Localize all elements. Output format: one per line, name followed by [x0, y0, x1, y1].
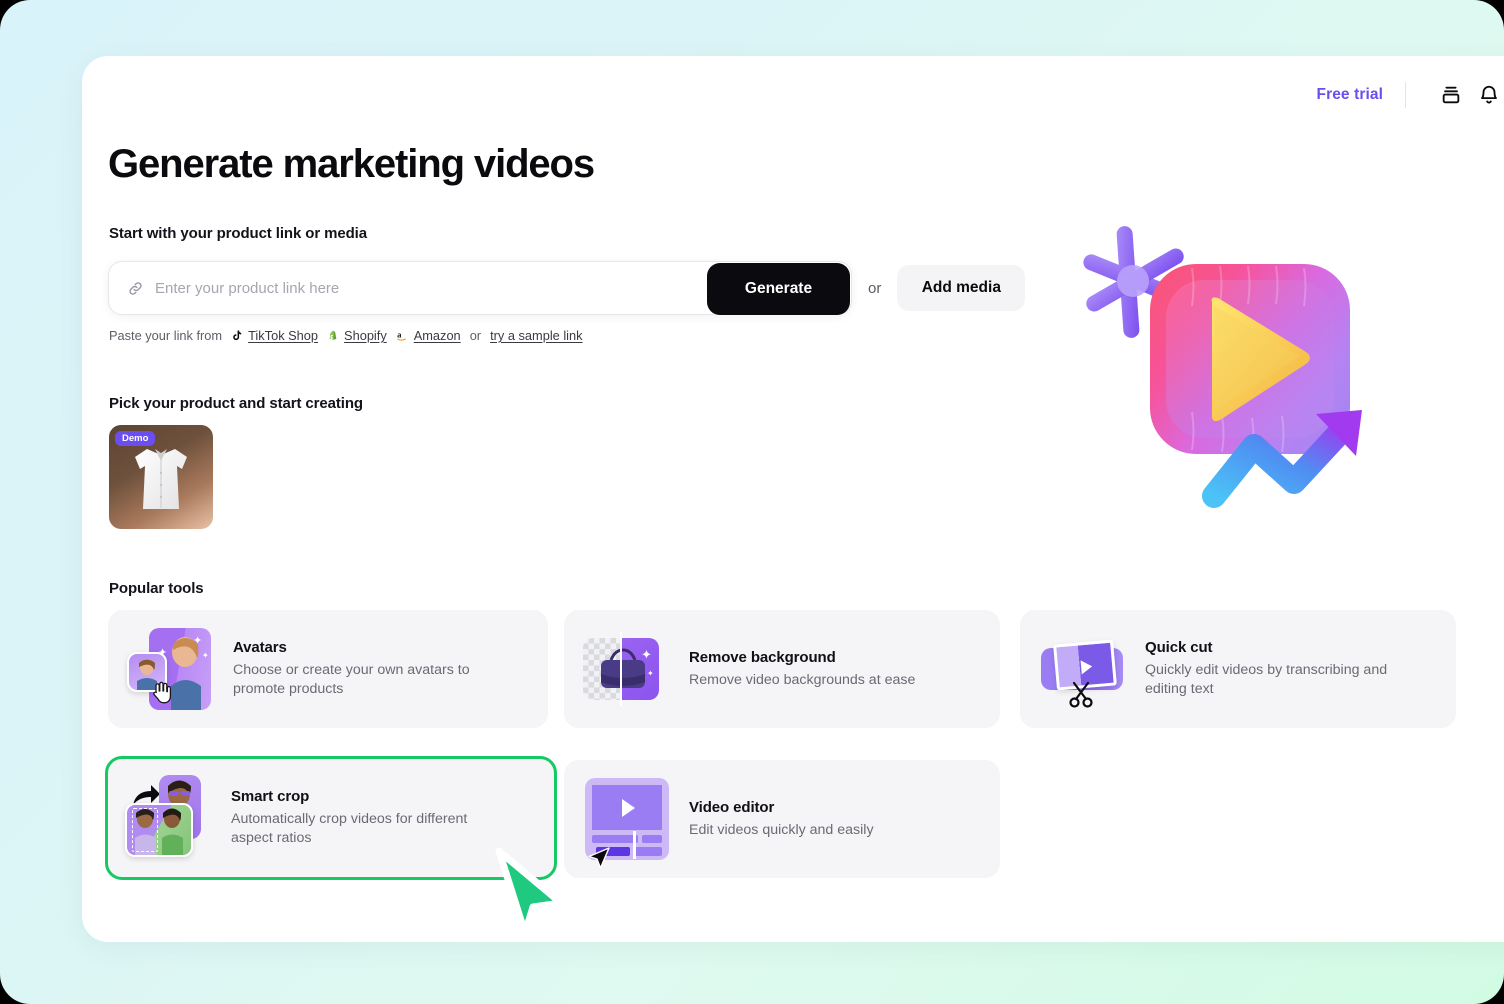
scissors-icon [1068, 680, 1094, 713]
video-editor-text: Video editor Edit videos quickly and eas… [689, 799, 890, 840]
tool-card-smart-crop[interactable]: Smart crop Automatically crop videos for… [105, 756, 557, 880]
demo-badge: Demo [115, 431, 156, 446]
tool-description: Choose or create your own avatars to pro… [233, 662, 470, 697]
paste-sources-row: Paste your link from TikTok Shop Shopify… [109, 328, 583, 343]
free-trial-link[interactable]: Free trial [1317, 86, 1383, 104]
smart-crop-thumbnail [125, 775, 211, 861]
product-link-field[interactable]: Generate [108, 261, 852, 315]
page-title: Generate marketing videos [108, 142, 595, 186]
topbar: Free trial [82, 56, 1504, 134]
quick-cut-thumbnail [1039, 626, 1125, 712]
tool-card-remove-background[interactable]: ✦ ✦ Remove background Remove video backg… [564, 610, 1000, 728]
tiktok-shop-link[interactable]: TikTok Shop [248, 328, 318, 343]
paste-or-label: or [469, 328, 482, 343]
tool-description: Quickly edit videos by transcribing and … [1145, 662, 1388, 697]
link-chain-icon [127, 280, 144, 297]
generate-button[interactable]: Generate [707, 263, 850, 315]
hero-illustration [1062, 206, 1412, 526]
topbar-divider [1405, 82, 1406, 108]
tool-card-avatars[interactable]: ✦ ✦ ✦ Avatars [108, 610, 548, 728]
tool-title: Video editor [689, 798, 775, 816]
tool-title: Avatars [233, 639, 287, 656]
remove-background-thumbnail: ✦ ✦ [583, 626, 669, 712]
tool-title: Quick cut [1145, 639, 1213, 656]
svg-text:a: a [397, 330, 402, 340]
tool-card-video-editor[interactable]: Video editor Edit videos quickly and eas… [564, 760, 1000, 878]
brand-shopify[interactable]: Shopify [327, 328, 387, 343]
hand-cursor-icon [151, 680, 173, 704]
quick-cut-text: Quick cut Quickly edit videos by transcr… [1145, 639, 1433, 699]
archive-drawer-icon[interactable] [1436, 80, 1466, 110]
amazon-link[interactable]: Amazon [414, 328, 461, 343]
tool-title: Remove background [689, 648, 836, 666]
try-sample-link[interactable]: try a sample link [490, 328, 582, 343]
tool-description: Edit videos quickly and easily [689, 821, 874, 838]
start-section-label: Start with your product link or media [109, 225, 367, 242]
tool-description: Remove video backgrounds at ease [689, 671, 916, 688]
inflated-play-square-part [1150, 264, 1350, 455]
video-editor-thumbnail [583, 776, 669, 869]
tiktok-icon [231, 329, 243, 342]
smart-crop-text: Smart crop Automatically crop videos for… [231, 788, 519, 848]
tool-title: Smart crop [231, 788, 310, 805]
popular-tools-label: Popular tools [109, 580, 204, 597]
app-card: Free trial Generate marketing videos Sta… [82, 56, 1504, 942]
tool-card-quick-cut[interactable]: Quick cut Quickly edit videos by transcr… [1020, 610, 1456, 728]
product-thumbnail[interactable]: Demo [109, 425, 213, 529]
paste-prefix-label: Paste your link from [109, 328, 223, 343]
shopify-icon [327, 329, 339, 342]
brand-tiktok[interactable]: TikTok Shop [231, 328, 318, 343]
amazon-icon: a [396, 329, 409, 342]
remove-background-text: Remove background Remove video backgroun… [689, 649, 931, 690]
brand-amazon[interactable]: a Amazon [396, 328, 461, 343]
bell-notification-icon[interactable] [1474, 80, 1504, 110]
or-separator-label: or [868, 279, 882, 297]
avatars-thumbnail: ✦ ✦ ✦ [127, 626, 213, 712]
screen-root: Free trial Generate marketing videos Sta… [0, 0, 1504, 1004]
arrow-cursor-icon [587, 844, 613, 872]
product-link-row: Generate or Add media [108, 261, 1026, 315]
add-media-button[interactable]: Add media [897, 265, 1026, 311]
avatars-text: Avatars Choose or create your own avatar… [233, 639, 521, 699]
tool-description: Automatically crop videos for different … [231, 811, 468, 846]
shopify-link[interactable]: Shopify [344, 328, 387, 343]
pick-product-label: Pick your product and start creating [109, 395, 363, 412]
